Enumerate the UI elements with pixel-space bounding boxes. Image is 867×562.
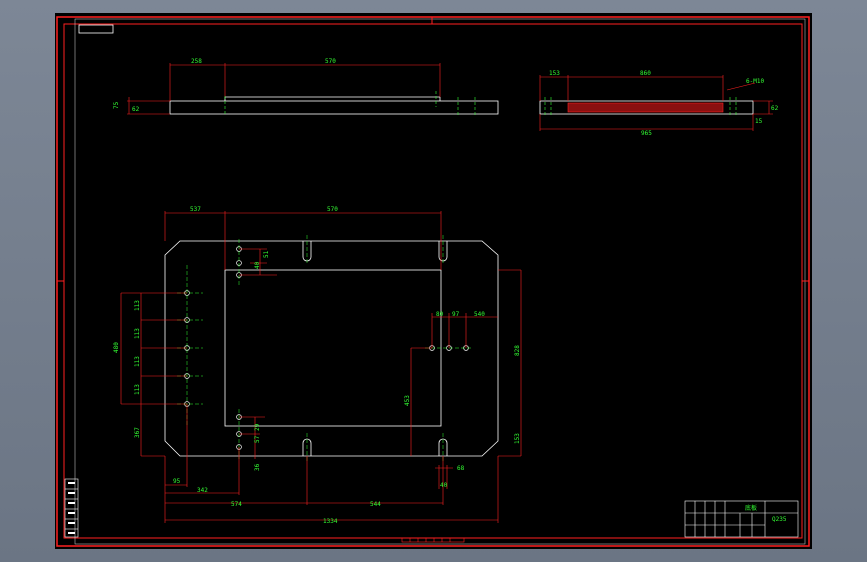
dim-plan-bottom-544: 544 bbox=[370, 501, 381, 508]
dim-plan-pitch-2: 113 bbox=[134, 328, 141, 339]
dim-plan-right-bottom: 153 bbox=[514, 433, 521, 444]
title-block-material: Q235 bbox=[772, 516, 787, 523]
dim-side-height: 62 bbox=[771, 105, 779, 112]
dim-plan-bottom-574: 574 bbox=[231, 501, 242, 508]
dim-top-left: 258 bbox=[191, 58, 202, 65]
side-revision-boxes bbox=[64, 478, 79, 538]
plan-view bbox=[164, 240, 499, 457]
dim-plan-small-e: 36 bbox=[254, 463, 261, 471]
base-plate-outline bbox=[164, 240, 499, 457]
side-revision-marks bbox=[68, 482, 75, 534]
dim-plan-slot-depth: 40 bbox=[440, 482, 448, 489]
side-section-view bbox=[539, 75, 773, 131]
dim-plan-right-a: 80 bbox=[436, 311, 444, 318]
dim-plan-top-left: 537 bbox=[190, 206, 201, 213]
dim-side-total: 965 bbox=[641, 130, 652, 137]
cad-viewport[interactable]: 258 570 75 62 153 860 6-M10 62 965 15 53… bbox=[55, 13, 812, 549]
dim-plan-small-a: 51 bbox=[263, 250, 270, 258]
dim-top-main: 570 bbox=[325, 58, 336, 65]
dim-plan-right-height: 828 bbox=[514, 345, 521, 356]
hole-centerlines bbox=[177, 235, 473, 463]
dim-top-height-b: 62 bbox=[132, 106, 140, 113]
dim-side-left: 153 bbox=[549, 70, 560, 77]
bottom-scale-bar bbox=[401, 537, 465, 543]
dim-plan-slot-width: 68 bbox=[457, 465, 465, 472]
dim-plan-bottom-mid: 342 bbox=[197, 487, 208, 494]
dim-plan-overall: 1334 bbox=[323, 518, 338, 525]
dim-plan-top-main: 570 bbox=[327, 206, 338, 213]
dim-plan-small-d: 57 bbox=[254, 435, 261, 443]
plan-dimension-lines bbox=[120, 211, 522, 523]
dim-plan-right-v: 453 bbox=[404, 395, 411, 406]
dim-plan-hole-span: 480 bbox=[113, 342, 120, 353]
dim-plan-pitch-1: 113 bbox=[134, 300, 141, 311]
dim-side-main: 860 bbox=[640, 70, 651, 77]
drawing-number-box bbox=[78, 24, 114, 34]
dim-plan-small-c: 29 bbox=[254, 423, 261, 431]
dim-side-hole: 6-M10 bbox=[746, 78, 764, 85]
dim-plan-right-b: 97 bbox=[452, 311, 460, 318]
dim-top-height-a: 75 bbox=[113, 101, 120, 109]
drawing-canvas: 258 570 75 62 153 860 6-M10 62 965 15 53… bbox=[56, 16, 810, 547]
front-elevation-view bbox=[127, 63, 499, 117]
dim-plan-bottom-left: 95 bbox=[173, 478, 181, 485]
title-block-label: 底板 bbox=[745, 504, 757, 512]
dim-side-step: 15 bbox=[755, 118, 763, 125]
dim-plan-bottom-left-v: 367 bbox=[134, 427, 141, 438]
dim-plan-pitch-3: 113 bbox=[134, 356, 141, 367]
dim-plan-small-b: 40 bbox=[254, 261, 261, 269]
dim-plan-right-c: 540 bbox=[474, 311, 485, 318]
dim-plan-pitch-4: 113 bbox=[134, 384, 141, 395]
